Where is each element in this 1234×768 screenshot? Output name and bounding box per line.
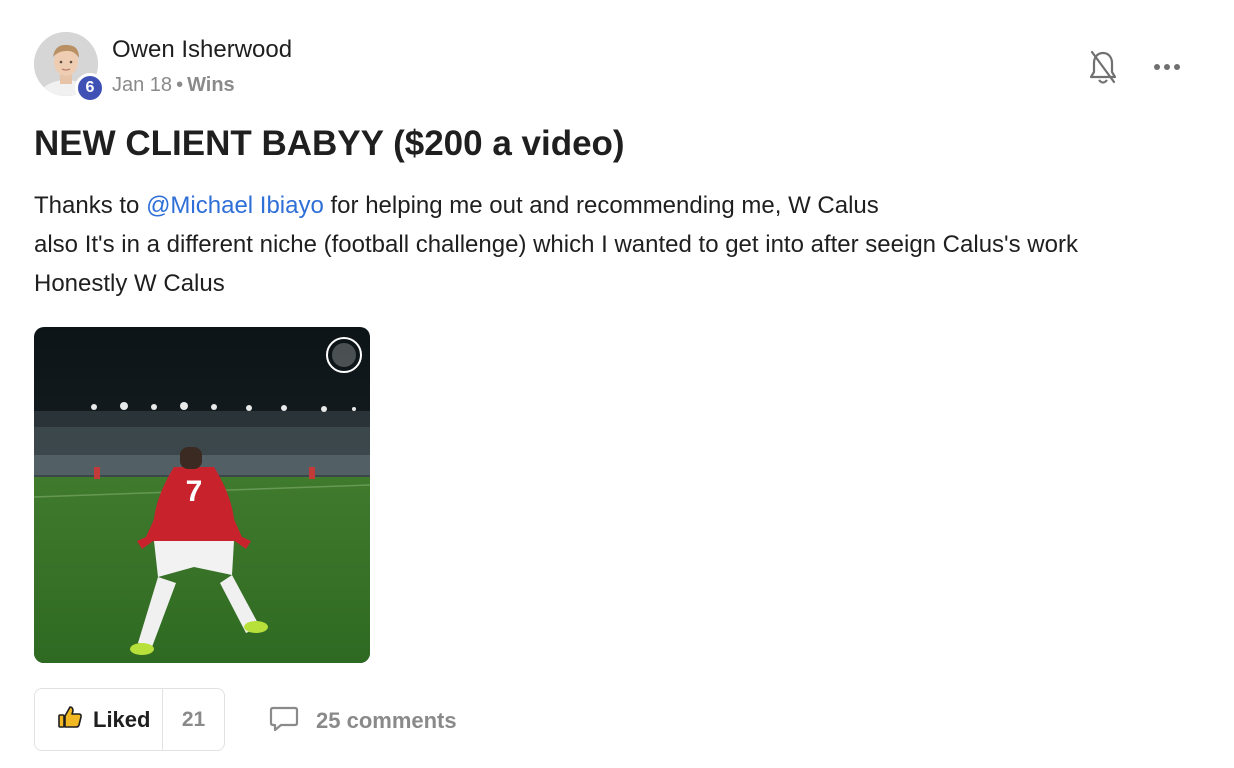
- like-label: Liked: [93, 706, 151, 732]
- body-line-2: also It's in a different niche (football…: [34, 231, 1078, 258]
- post-body: Thanks to @Michael Ibiayo for helping me…: [34, 186, 1204, 303]
- like-button[interactable]: Liked: [35, 689, 163, 750]
- level-badge: 6: [75, 73, 105, 103]
- notification-toggle-button[interactable]: [1086, 48, 1120, 88]
- like-count[interactable]: 21: [163, 708, 224, 732]
- more-horizontal-icon: [1150, 64, 1184, 84]
- author-name[interactable]: Owen Isherwood: [112, 36, 292, 64]
- comments-button[interactable]: 25 comments: [268, 704, 457, 738]
- post-meta: Jan 18 • Wins: [112, 74, 235, 97]
- post-media-gif[interactable]: 7: [34, 327, 370, 663]
- post-date: Jan 18: [112, 74, 173, 96]
- post-header: 6 Owen Isherwood Jan 18 • Wins: [34, 32, 1200, 103]
- thumbs-up-icon: [57, 704, 83, 735]
- body-line-1: Thanks to @Michael Ibiayo for helping me…: [34, 186, 1204, 225]
- mention-link[interactable]: @Michael Ibiayo: [146, 192, 324, 219]
- body-line-3: Honestly W Calus: [34, 270, 225, 297]
- author-avatar[interactable]: 6: [34, 32, 105, 103]
- comment-bubble-icon: [268, 704, 300, 739]
- comments-label: 25 comments: [316, 708, 457, 733]
- bell-off-icon: [1086, 50, 1120, 92]
- post-title: NEW CLIENT BABYY ($200 a video): [34, 124, 625, 163]
- body-text: for helping me out and recommending me, …: [323, 192, 879, 219]
- post-category[interactable]: Wins: [187, 74, 235, 96]
- jersey-number: 7: [186, 475, 203, 508]
- body-text: Thanks to: [34, 192, 147, 219]
- more-options-button[interactable]: [1150, 54, 1184, 80]
- like-control: Liked 21: [34, 688, 225, 751]
- meta-separator: •: [176, 74, 184, 96]
